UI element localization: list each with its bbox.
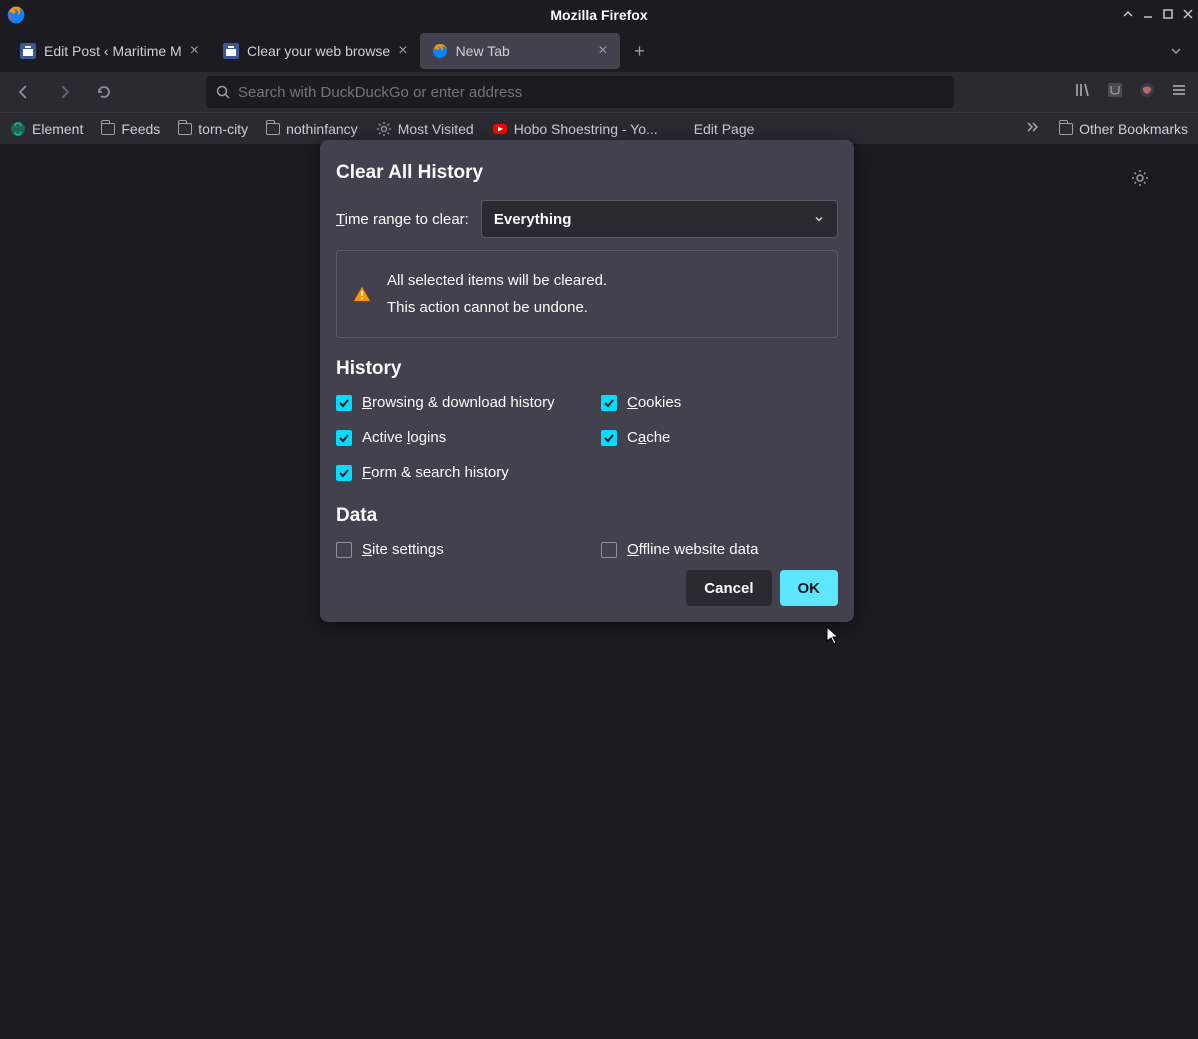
bookmark-mostvisited[interactable]: Most Visited	[376, 121, 474, 137]
newtab-settings-icon[interactable]	[1130, 168, 1150, 193]
warning-box: All selected items will be cleared. This…	[336, 250, 838, 338]
gear-icon	[376, 121, 392, 137]
dialog-title: Clear All History	[336, 162, 838, 184]
bookmark-label: Element	[32, 121, 83, 137]
bookmark-element[interactable]: Element	[10, 121, 83, 137]
tab-edit-post[interactable]: Edit Post ‹ Maritime M ×	[8, 33, 211, 69]
bookmark-label: Feeds	[121, 121, 160, 137]
forward-button[interactable]	[50, 78, 78, 106]
tabbar: Edit Post ‹ Maritime M × Clear your web …	[0, 30, 1198, 72]
bookmark-label: Most Visited	[398, 121, 474, 137]
warning-line1: All selected items will be cleared.	[387, 267, 607, 294]
all-tabs-button[interactable]	[1162, 37, 1190, 65]
bookmark-label: Edit Page	[694, 121, 755, 137]
tab-close-icon[interactable]: ×	[190, 42, 199, 60]
timerange-select[interactable]: Everything	[481, 200, 838, 238]
other-bookmarks[interactable]: Other Bookmarks	[1059, 121, 1188, 137]
folder-icon	[1059, 123, 1073, 135]
checkbox-offline-data[interactable]: Offline website data	[601, 541, 838, 558]
page-favicon	[20, 43, 36, 59]
folder-icon	[266, 123, 280, 135]
window-minimize-icon[interactable]	[1142, 7, 1154, 23]
bookmarks-overflow[interactable]	[1023, 120, 1041, 137]
tab-new-tab[interactable]: New Tab ×	[420, 33, 620, 69]
extension-icon[interactable]	[1138, 81, 1156, 104]
checkbox-icon	[336, 465, 352, 481]
bookmark-editpage[interactable]: Edit Page	[694, 121, 755, 137]
firefox-favicon	[432, 43, 448, 59]
window-close-icon[interactable]	[1182, 7, 1194, 23]
bookmark-torncity[interactable]: torn-city	[178, 121, 248, 137]
clear-history-dialog: Clear All History Time range to clear: E…	[320, 140, 854, 622]
folder-icon	[178, 123, 192, 135]
tab-close-icon[interactable]: ×	[398, 42, 407, 60]
tab-close-icon[interactable]: ×	[598, 42, 607, 60]
new-tab-button[interactable]: +	[626, 37, 654, 65]
timerange-value: Everything	[494, 211, 572, 228]
window-title: Mozilla Firefox	[550, 7, 647, 23]
checkbox-icon	[336, 395, 352, 411]
bookmark-nothinfancy[interactable]: nothinfancy	[266, 121, 358, 137]
checkbox-icon	[601, 430, 617, 446]
checkbox-cache[interactable]: Cache	[601, 429, 838, 446]
bookmark-label: torn-city	[198, 121, 248, 137]
checkbox-icon	[336, 430, 352, 446]
checkbox-active-logins[interactable]: Active logins	[336, 429, 601, 446]
back-button[interactable]	[10, 78, 38, 106]
navbar	[0, 72, 1198, 112]
bookmark-hobo[interactable]: Hobo Shoestring - Yo...	[492, 121, 658, 137]
folder-icon	[101, 123, 115, 135]
bookmark-label: Other Bookmarks	[1079, 121, 1188, 137]
timerange-label: Time range to clear:	[336, 211, 469, 228]
search-icon	[216, 85, 230, 99]
chevron-down-icon	[813, 213, 825, 225]
bookmark-label: nothinfancy	[286, 121, 358, 137]
history-heading: History	[336, 358, 838, 380]
ublock-icon[interactable]	[1106, 81, 1124, 104]
checkbox-site-settings[interactable]: Site settings	[336, 541, 601, 558]
element-icon	[10, 121, 26, 137]
window-up-icon[interactable]	[1122, 7, 1134, 23]
page-favicon	[223, 43, 239, 59]
youtube-icon	[492, 121, 508, 137]
bookmark-label: Hobo Shoestring - Yo...	[514, 121, 658, 137]
checkbox-cookies[interactable]: Cookies	[601, 394, 838, 411]
checkbox-form-history[interactable]: Form & search history	[336, 464, 601, 481]
warning-icon	[353, 285, 371, 303]
ok-button[interactable]: OK	[780, 570, 839, 606]
window-maximize-icon[interactable]	[1162, 7, 1174, 23]
tab-clear-browse[interactable]: Clear your web browse ×	[211, 33, 420, 69]
reload-button[interactable]	[90, 78, 118, 106]
checkbox-icon	[601, 395, 617, 411]
bookmark-feeds[interactable]: Feeds	[101, 121, 160, 137]
titlebar: Mozilla Firefox	[0, 0, 1198, 30]
tab-label: New Tab	[456, 43, 591, 59]
data-heading: Data	[336, 505, 838, 527]
tab-label: Clear your web browse	[247, 43, 390, 59]
firefox-icon	[6, 5, 26, 25]
urlbar[interactable]	[206, 76, 954, 108]
library-icon[interactable]	[1074, 81, 1092, 104]
checkbox-browsing-history[interactable]: Browsing & download history	[336, 394, 601, 411]
cancel-button[interactable]: Cancel	[686, 570, 771, 606]
checkbox-icon	[601, 542, 617, 558]
urlbar-input[interactable]	[238, 84, 944, 101]
menu-button[interactable]	[1170, 81, 1188, 104]
tab-label: Edit Post ‹ Maritime M	[44, 43, 182, 59]
warning-line2: This action cannot be undone.	[387, 294, 607, 321]
checkbox-icon	[336, 542, 352, 558]
